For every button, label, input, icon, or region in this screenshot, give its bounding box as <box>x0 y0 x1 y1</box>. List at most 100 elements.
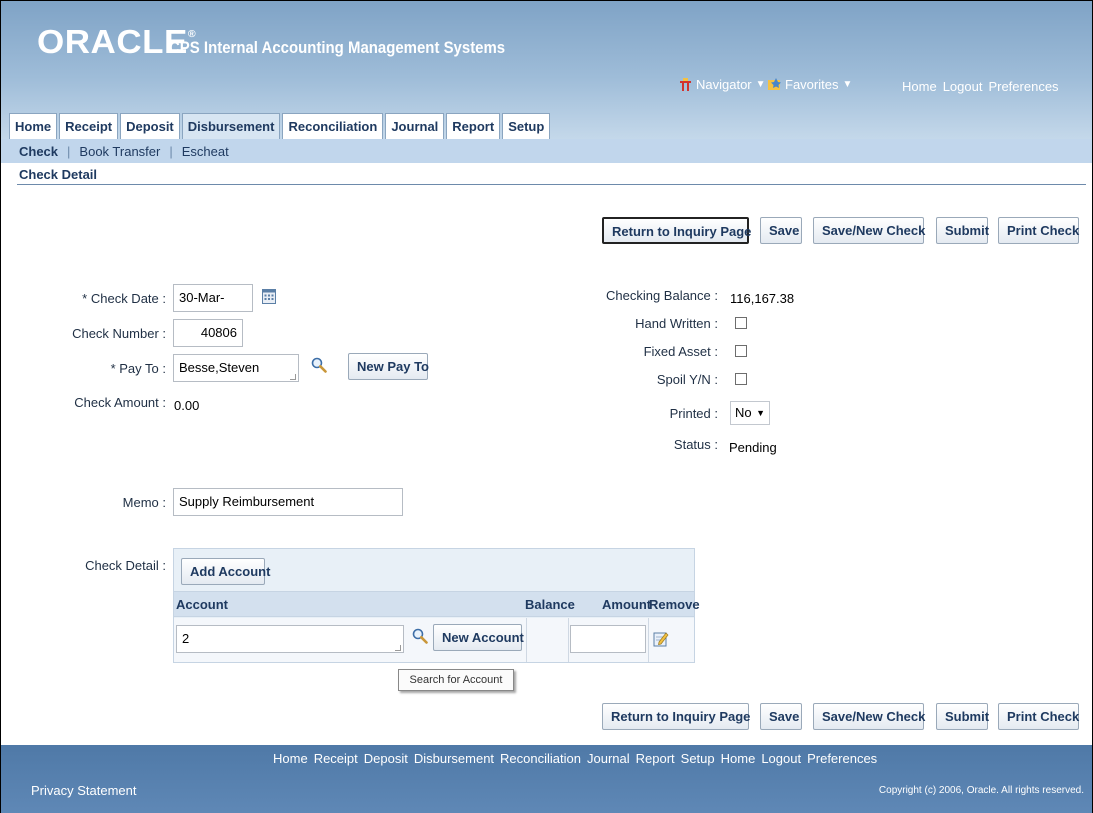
amount-input[interactable] <box>570 625 646 653</box>
account-input[interactable]: 2 <box>176 625 404 653</box>
check-date-input[interactable]: 30-Mar-2011 <box>173 284 253 331</box>
divider <box>648 618 649 662</box>
memo-input[interactable]: Supply Reimbursement <box>173 488 403 516</box>
check-amount-label: Check Amount : <box>74 395 166 410</box>
check-number-input[interactable]: 40806 <box>173 319 243 347</box>
separator: | <box>169 143 173 159</box>
divider <box>568 618 569 662</box>
spoil-checkbox[interactable] <box>735 373 747 385</box>
column-balance: Balance <box>525 597 575 612</box>
footer-link-reconciliation[interactable]: Reconciliation <box>500 751 581 766</box>
tab-home[interactable]: Home <box>9 113 58 139</box>
save-new-check-button[interactable]: Save/New Check <box>813 217 925 244</box>
check-number-label: Check Number : <box>72 326 166 341</box>
table-toolbar: Add Account <box>174 549 694 591</box>
submit-button[interactable]: Submit <box>936 703 989 730</box>
column-amount: Amount <box>602 597 652 612</box>
resize-handle-icon <box>395 645 401 651</box>
hand-written-checkbox[interactable] <box>735 317 747 329</box>
page-title: Check Detail <box>19 167 98 182</box>
favorites-icon <box>768 78 781 90</box>
footer-link-logout[interactable]: Logout <box>761 751 801 766</box>
global-link-home[interactable]: Home <box>902 79 937 94</box>
footer-link-setup[interactable]: Setup <box>681 751 715 766</box>
tab-disbursement[interactable]: Disbursement <box>181 113 281 139</box>
save-button[interactable]: Save <box>760 703 802 730</box>
printed-value: No <box>735 405 752 420</box>
tab-reconciliation[interactable]: Reconciliation <box>282 113 384 139</box>
footer-link-deposit[interactable]: Deposit <box>364 751 408 766</box>
divider <box>17 184 1086 185</box>
tab-setup[interactable]: Setup <box>502 113 551 139</box>
separator: | <box>67 143 71 159</box>
subtab-check[interactable]: Check <box>19 144 58 159</box>
print-check-button[interactable]: Print Check <box>998 217 1079 244</box>
footer-link-home[interactable]: Home <box>273 751 308 766</box>
submit-button[interactable]: Submit <box>936 217 989 244</box>
check-amount-value: 0.00 <box>174 398 200 413</box>
fixed-asset-label: Fixed Asset : <box>643 344 718 359</box>
new-pay-to-button[interactable]: New Pay To <box>348 353 429 380</box>
fixed-asset-checkbox[interactable] <box>735 345 747 357</box>
save-button[interactable]: Save <box>760 217 802 244</box>
print-check-button[interactable]: Print Check <box>998 703 1079 730</box>
subtab-escheat[interactable]: Escheat <box>182 144 229 159</box>
return-to-inquiry-button[interactable]: Return to Inquiry Page <box>602 703 750 730</box>
pay-to-input[interactable]: Besse,Steven <box>173 354 299 382</box>
footer-link-report[interactable]: Report <box>636 751 675 766</box>
add-account-button[interactable]: Add Account <box>181 558 270 585</box>
status-value: Pending <box>729 440 777 455</box>
header-banner: ORACLE® CPS Internal Accounting Manageme… <box>1 1 1092 139</box>
memo-label: Memo : <box>122 495 166 510</box>
tab-receipt[interactable]: Receipt <box>59 113 119 139</box>
table-row: 2 New Account <box>174 618 694 662</box>
search-icon[interactable] <box>311 357 327 373</box>
app-title: CPS Internal Accounting Management Syste… <box>169 38 506 57</box>
tab-report[interactable]: Report <box>446 113 501 139</box>
hand-written-label: Hand Written : <box>635 316 718 331</box>
footer-link-journal[interactable]: Journal <box>587 751 630 766</box>
navigator-label: Navigator <box>696 77 752 92</box>
save-new-check-button[interactable]: Save/New Check <box>813 703 925 730</box>
navigator-menu[interactable]: Navigator ▼ <box>679 77 766 92</box>
check-detail-label: Check Detail : <box>85 558 166 573</box>
favorites-menu[interactable]: Favorites ▼ <box>768 77 852 92</box>
privacy-statement-link[interactable]: Privacy Statement <box>31 783 137 798</box>
footer-links: Home Receipt Deposit Disbursement Reconc… <box>273 751 877 766</box>
subtab-book-transfer[interactable]: Book Transfer <box>79 144 160 159</box>
printed-label: Printed : <box>669 406 718 421</box>
chevron-down-icon: ▼ <box>842 79 853 90</box>
search-icon[interactable] <box>412 628 428 644</box>
printed-select[interactable]: No ▼ <box>730 401 770 425</box>
footer-link-home-2[interactable]: Home <box>721 751 756 766</box>
footer-link-receipt[interactable]: Receipt <box>314 751 358 766</box>
pay-to-value: Besse,Steven <box>179 360 260 375</box>
tab-journal[interactable]: Journal <box>385 113 445 139</box>
chevron-down-icon: ▼ <box>755 79 766 90</box>
global-link-logout[interactable]: Logout <box>943 79 983 94</box>
navigator-icon <box>680 78 691 91</box>
copyright-text: Copyright (c) 2006, Oracle. All rights r… <box>878 785 1084 796</box>
chevron-down-icon: ▼ <box>756 408 765 418</box>
column-account: Account <box>176 597 228 612</box>
subtab-bar: Check | Book Transfer | Escheat <box>1 139 1092 163</box>
main-tabs: Home Receipt Deposit Disbursement Reconc… <box>9 113 551 139</box>
calendar-icon[interactable] <box>262 288 276 304</box>
global-link-preferences[interactable]: Preferences <box>988 79 1058 94</box>
new-account-button[interactable]: New Account <box>433 624 524 651</box>
footer-link-disbursement[interactable]: Disbursement <box>414 751 494 766</box>
resize-handle-icon <box>290 374 296 380</box>
remove-icon[interactable] <box>653 630 669 647</box>
search-tooltip: Search for Account <box>398 669 514 691</box>
app-window: ORACLE® CPS Internal Accounting Manageme… <box>0 0 1093 813</box>
table-header: Account Balance Amount Remove <box>174 591 700 617</box>
footer: Home Receipt Deposit Disbursement Reconc… <box>1 745 1092 813</box>
return-to-inquiry-button[interactable]: Return to Inquiry Page <box>602 217 751 244</box>
check-detail-table: Add Account Account Balance Amount Remov… <box>173 548 700 663</box>
status-label: Status : <box>673 437 718 452</box>
spoil-label: Spoil Y/N : <box>656 372 718 387</box>
footer-link-preferences[interactable]: Preferences <box>807 751 877 766</box>
account-value: 2 <box>182 631 190 646</box>
tab-deposit[interactable]: Deposit <box>120 113 180 139</box>
column-remove: Remove <box>649 597 700 612</box>
